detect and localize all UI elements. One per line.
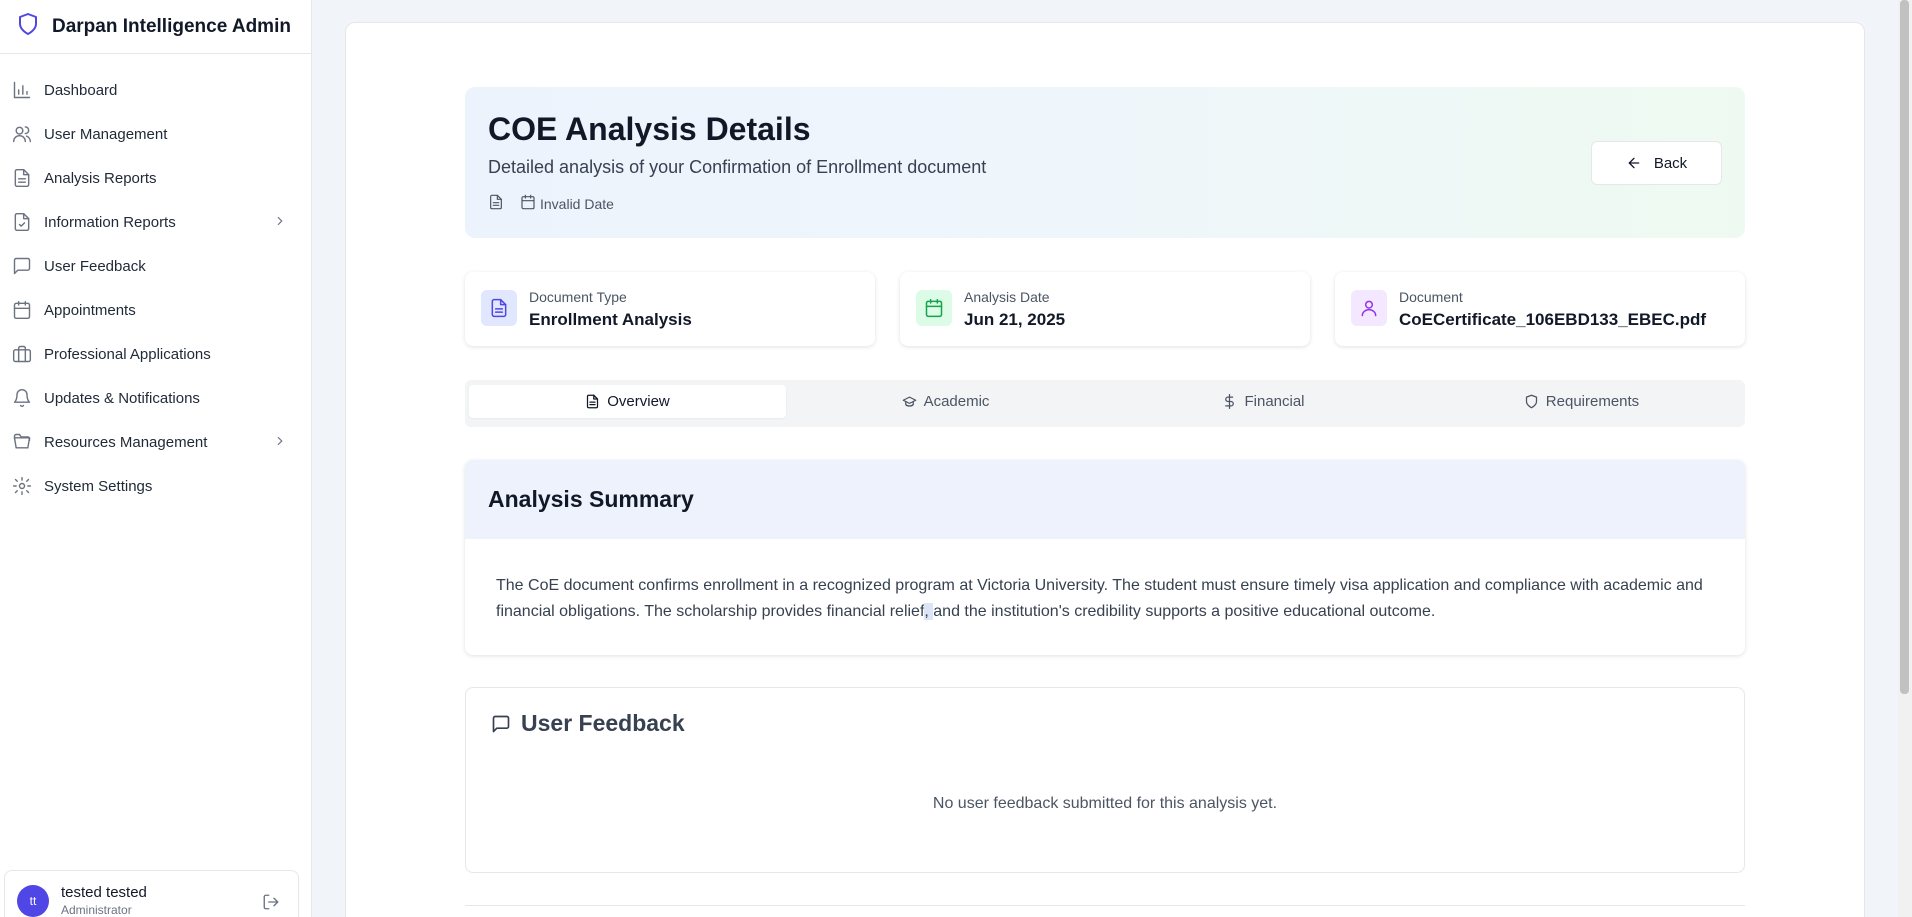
file-text-icon bbox=[488, 194, 504, 213]
sidebar-item-appointments[interactable]: Appointments bbox=[0, 288, 311, 332]
sidebar-item-label: Analysis Reports bbox=[44, 169, 157, 187]
user-profile-card[interactable]: tt tested tested Administrator bbox=[4, 870, 299, 917]
sidebar-item-label: User Feedback bbox=[44, 257, 146, 275]
dollar-sign-icon bbox=[1225, 394, 1235, 409]
stat-value: CoECertificate_106EBD133_EBEC.pdf bbox=[1399, 310, 1707, 329]
sidebar-item-label: Dashboard bbox=[44, 81, 118, 99]
tab-label: Requirements bbox=[1545, 393, 1640, 410]
shield-icon bbox=[1525, 394, 1537, 409]
user-name: tested tested bbox=[61, 884, 147, 901]
message-square-icon bbox=[492, 715, 510, 732]
user-feedback-header: User Feedback bbox=[491, 710, 685, 737]
gear-icon bbox=[12, 476, 32, 496]
divider bbox=[465, 905, 1745, 906]
sidebar-item-label: Professional Applications bbox=[44, 345, 211, 363]
page-meta: Invalid Date bbox=[488, 194, 614, 213]
app-title: Darpan Intelligence Admin bbox=[52, 15, 291, 37]
tab-label: Financial bbox=[1244, 393, 1305, 410]
back-button-label: Back bbox=[1653, 154, 1688, 172]
brand[interactable]: Darpan Intelligence Admin bbox=[0, 0, 311, 54]
sidebar-item-system-settings[interactable]: System Settings bbox=[0, 464, 311, 508]
stat-value: Jun 21, 2025 bbox=[964, 310, 1066, 329]
stat-label: Analysis Date bbox=[964, 289, 1050, 305]
stat-card-document: Document CoECertificate_106EBD133_EBEC.p… bbox=[1335, 272, 1745, 346]
logout-icon[interactable] bbox=[262, 893, 280, 911]
empty-state-text: No user feedback submitted for this anal… bbox=[932, 795, 1278, 812]
calendar-icon bbox=[12, 300, 32, 320]
user-feedback-title: User Feedback bbox=[521, 710, 685, 736]
stat-card-document-type: Document Type Enrollment Analysis bbox=[465, 272, 875, 346]
graduation-cap-icon bbox=[902, 396, 916, 407]
sidebar-item-dashboard[interactable]: Dashboard bbox=[0, 68, 311, 112]
shield-icon bbox=[16, 12, 52, 41]
sidebar: Darpan Intelligence Admin Dashboard User… bbox=[0, 0, 312, 917]
sidebar-item-label: System Settings bbox=[44, 477, 153, 495]
bar-chart-icon bbox=[12, 80, 32, 100]
sidebar-item-analysis-reports[interactable]: Analysis Reports bbox=[0, 156, 311, 200]
summary-text-part: and the institution's credibility suppor… bbox=[933, 603, 1436, 620]
sidebar-item-label: Information Reports bbox=[44, 213, 176, 231]
sidebar-item-label: User Management bbox=[44, 125, 168, 143]
bell-icon bbox=[12, 388, 32, 408]
tab-label: Academic bbox=[923, 393, 990, 410]
file-text-icon bbox=[481, 290, 517, 326]
stat-value: Enrollment Analysis bbox=[529, 310, 692, 329]
calendar-icon bbox=[916, 290, 952, 326]
page-header: COE Analysis Details Detailed analysis o… bbox=[465, 87, 1745, 238]
sidebar-item-information-reports[interactable]: Information Reports bbox=[0, 200, 311, 244]
sidebar-nav: Dashboard User Management Analysis Repor… bbox=[0, 68, 311, 508]
page-subtitle: Detailed analysis of your Confirmation o… bbox=[488, 157, 987, 177]
building-icon bbox=[12, 344, 32, 364]
sidebar-item-user-management[interactable]: User Management bbox=[0, 112, 311, 156]
file-text-icon bbox=[587, 394, 599, 409]
arrow-left-icon bbox=[1628, 157, 1640, 169]
page-title: COE Analysis Details bbox=[488, 111, 811, 147]
analysis-summary-text: The CoE document confirms enrollment in … bbox=[465, 539, 1745, 625]
sidebar-item-user-feedback[interactable]: User Feedback bbox=[0, 244, 311, 288]
tab-financial[interactable]: Financial bbox=[1105, 385, 1422, 418]
back-button[interactable]: Back bbox=[1591, 141, 1722, 185]
tab-academic[interactable]: Academic bbox=[787, 385, 1104, 418]
chevron-right-icon bbox=[277, 216, 283, 226]
user-feedback-card: User Feedback No user feedback submitted… bbox=[465, 687, 1745, 873]
stat-label: Document bbox=[1399, 289, 1463, 305]
sidebar-item-label: Appointments bbox=[44, 301, 136, 319]
message-square-icon bbox=[12, 256, 32, 276]
users-icon bbox=[12, 124, 32, 144]
tab-overview[interactable]: Overview bbox=[469, 385, 786, 418]
tab-bar: Overview Academic Financial Requirements bbox=[465, 380, 1745, 427]
analysis-summary-card: Analysis Summary The CoE document confir… bbox=[465, 460, 1745, 655]
sidebar-item-label: Resources Management bbox=[44, 433, 208, 451]
summary-text-selection: , bbox=[924, 603, 934, 620]
file-text-icon bbox=[12, 168, 32, 188]
analysis-summary-title: Analysis Summary bbox=[488, 486, 694, 512]
scrollbar-thumb[interactable] bbox=[1900, 0, 1909, 694]
file-check-icon bbox=[12, 212, 32, 232]
sidebar-item-updates-notifications[interactable]: Updates & Notifications bbox=[0, 376, 311, 420]
folder-open-icon bbox=[12, 432, 32, 452]
sidebar-item-resources-management[interactable]: Resources Management bbox=[0, 420, 311, 464]
tab-requirements[interactable]: Requirements bbox=[1423, 385, 1740, 418]
stat-label: Document Type bbox=[529, 289, 627, 305]
chevron-right-icon bbox=[277, 436, 283, 446]
scrollbar[interactable] bbox=[1898, 0, 1912, 917]
avatar: tt bbox=[17, 885, 49, 917]
user-icon bbox=[1351, 290, 1387, 326]
user-role: Administrator bbox=[61, 903, 132, 917]
sidebar-item-professional-applications[interactable]: Professional Applications bbox=[0, 332, 311, 376]
sidebar-item-label: Updates & Notifications bbox=[44, 389, 200, 407]
tab-label: Overview bbox=[607, 393, 670, 410]
stat-card-analysis-date: Analysis Date Jun 21, 2025 bbox=[900, 272, 1310, 346]
calendar-icon bbox=[520, 194, 536, 213]
analysis-date-text: Invalid Date bbox=[540, 195, 614, 212]
analysis-summary-header: Analysis Summary bbox=[465, 460, 1745, 539]
